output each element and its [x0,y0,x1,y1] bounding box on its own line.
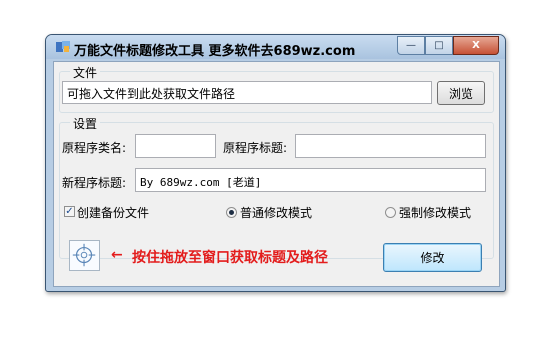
new-title-input[interactable]: By 689wz.com [老道] [135,168,486,192]
orig-class-label: 原程序类名: [62,141,127,155]
file-group-label: 文件 [70,64,101,81]
window-controls: — □ X [397,36,499,55]
drag-hint: 按住拖放至窗口获取标题及路径 [132,250,328,266]
force-mode-label[interactable]: 强制修改模式 [399,204,471,221]
client-area: 文件 可拖入文件到此处获取文件路径 浏览 设置 原程序类名: 原程序标题: 新程… [53,61,500,287]
close-button[interactable]: X [453,36,499,55]
normal-mode-label[interactable]: 普通修改模式 [240,204,312,221]
modify-button[interactable]: 修改 [383,243,482,272]
crosshair-icon [72,243,96,267]
file-path-input[interactable]: 可拖入文件到此处获取文件路径 [62,81,432,104]
orig-title-input[interactable] [295,134,486,158]
app-window: 万能文件标题修改工具 更多软件去689wz.com — □ X 文件 可拖入文件… [45,34,506,292]
browse-button[interactable]: 浏览 [437,81,485,105]
force-mode-radio[interactable] [385,207,396,218]
minimize-button[interactable]: — [397,36,425,55]
backup-label[interactable]: 创建备份文件 [77,204,149,221]
normal-mode-radio[interactable] [226,207,237,218]
settings-group-label: 设置 [70,115,101,132]
title-bar[interactable]: 万能文件标题修改工具 更多软件去689wz.com — □ X [46,35,505,59]
orig-class-input[interactable] [135,134,216,158]
drag-target[interactable] [69,240,100,271]
window-title: 万能文件标题修改工具 更多软件去689wz.com [74,44,356,59]
app-icon [56,41,70,52]
backup-checkbox[interactable]: ✓ [64,206,75,217]
maximize-button[interactable]: □ [425,36,453,55]
new-title-label: 新程序标题: [62,176,127,190]
orig-title-label: 原程序标题: [223,141,288,155]
arrow-icon: ← [111,247,123,263]
